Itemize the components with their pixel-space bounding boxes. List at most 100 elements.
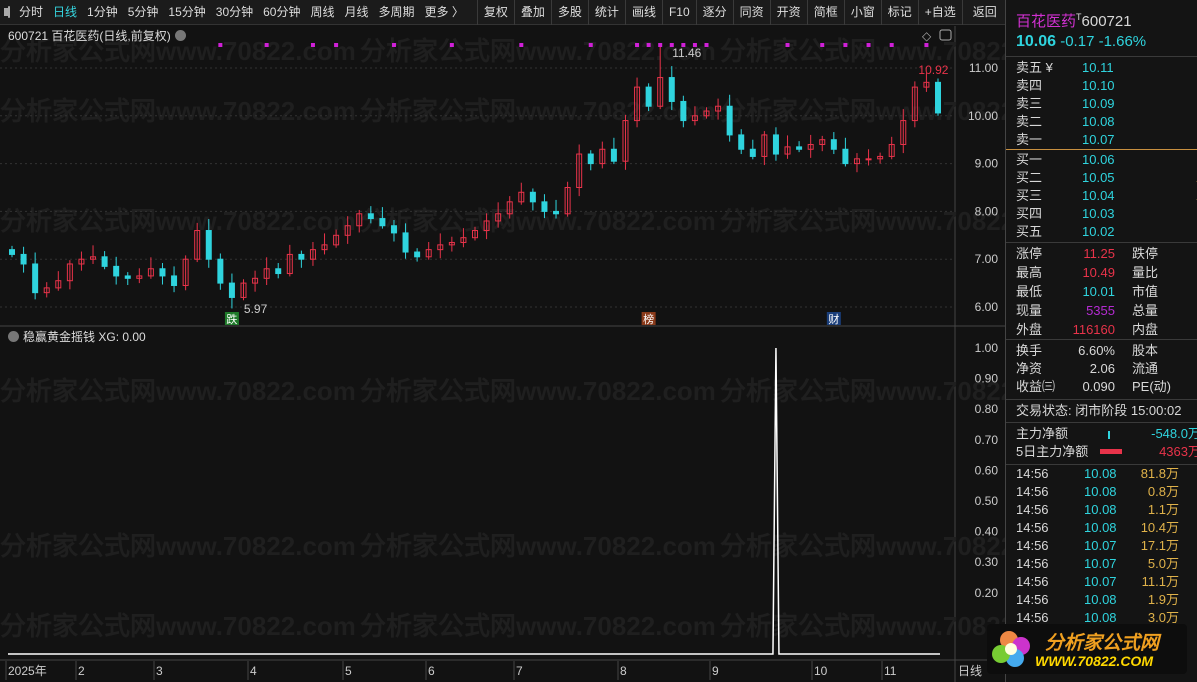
bid-label: 买三 (1016, 188, 1043, 203)
stat-row: 现量 5355 总量 (1016, 302, 1197, 320)
candle-body (275, 268, 282, 275)
indicator-tick: 0.70 (975, 433, 999, 447)
candle-body (738, 134, 745, 150)
watermark: 分析家公式网www.70822.com (360, 531, 716, 561)
flow-value: 4363万 (1159, 444, 1197, 459)
toolbar-button[interactable]: 小窗 (843, 0, 881, 25)
tick-time: 14:56 (1016, 484, 1049, 499)
period-tab[interactable]: 5分钟 (123, 0, 164, 25)
toolbar-button[interactable]: 多股 (550, 0, 588, 25)
logo-url: WWW.70822.COM (1035, 653, 1153, 669)
candle-body (610, 148, 617, 162)
watermark: 分析家公式网www.70822.com (720, 96, 1005, 126)
toolbar-button[interactable]: 逐分 (695, 0, 733, 25)
indicator-tick: 0.80 (975, 402, 999, 416)
tick-price: 10.08 (1084, 466, 1117, 481)
bid-row: 买三10.041 (1016, 187, 1197, 205)
signal-dot (449, 43, 454, 47)
candle-body (668, 77, 675, 102)
flow-label: 5日主力净额 (1016, 444, 1089, 459)
stat-label: 涨停 (1016, 246, 1043, 261)
stat-value: 10.01 (1082, 284, 1115, 299)
signal-dot (519, 43, 524, 47)
period-tab[interactable]: 30分钟 (211, 0, 258, 25)
toolbar-button[interactable]: 叠加 (513, 0, 551, 25)
period-tab[interactable]: 周线 (305, 0, 339, 25)
price-tick: 9.00 (975, 157, 999, 171)
period-tab[interactable]: 分时 (14, 0, 48, 25)
candle-body (367, 213, 374, 220)
stat-label: 现量 (1016, 303, 1043, 318)
ask-label: 卖三 (1016, 96, 1043, 111)
candle-body (124, 275, 131, 279)
tick-volume: 5.0万 (1147, 556, 1179, 571)
stat-label: 最高 (1016, 265, 1043, 280)
stat-label: 净资 (1016, 361, 1043, 376)
stat-row: 最高 10.49 量比 (1016, 264, 1197, 282)
flow-row: 5日主力净额 4363万 (1016, 443, 1197, 461)
period-tab[interactable]: 月线 (340, 0, 374, 25)
ask-label: 卖一 (1016, 132, 1043, 147)
signal-dot (820, 43, 825, 47)
stat-label: 收益㈢ (1016, 379, 1056, 394)
period-tab[interactable]: 1分钟 (82, 0, 123, 25)
flow-value: -548.0万 (1151, 426, 1197, 441)
month-label: 5 (345, 664, 352, 678)
candle-body (171, 275, 178, 286)
event-tag-text: 榜 (643, 312, 654, 326)
signal-dot (866, 43, 871, 47)
signal-dot (704, 43, 709, 47)
price-tick: 11.00 (969, 61, 998, 75)
stat-value: 5355 (1086, 303, 1115, 318)
period-tab[interactable]: 多周期 (374, 0, 420, 25)
tick-price: 10.07 (1084, 574, 1117, 589)
period-tab[interactable]: 日线 (48, 0, 82, 25)
candle-body (113, 265, 120, 277)
price-change-pct: -1.66% (1098, 33, 1147, 50)
month-label: 2025年 (8, 664, 47, 678)
candle-body (414, 251, 421, 258)
candle-body (32, 263, 39, 294)
toolbar-button[interactable]: 同资 (732, 0, 770, 25)
month-label: 11 (884, 664, 897, 678)
watermark: 分析家公式网www.70822.com (0, 206, 356, 236)
toolbar-button[interactable]: 统计 (587, 0, 625, 25)
toolbar-button[interactable]: +自选 (917, 0, 962, 25)
panel-toggle-icon[interactable] (4, 6, 10, 18)
chart-title: 600721 百花医药(日线,前复权) (8, 27, 186, 44)
chart-title-text: 600721 百花医药(日线,前复权) (8, 29, 171, 43)
trade-status: 交易状态: 闭市阶段 15:00:02 (1016, 402, 1197, 420)
bid-label: 买四 (1016, 206, 1043, 221)
toolbar-button[interactable]: 标记 (880, 0, 918, 25)
tick-time: 14:56 (1016, 502, 1049, 517)
watermark: 分析家公式网www.70822.com (720, 531, 1005, 561)
signal-dot (635, 43, 640, 47)
month-label: 6 (428, 664, 435, 678)
watermark: 分析家公式网www.70822.com (720, 36, 1005, 66)
watermark: 分析家公式网www.70822.com (720, 611, 1005, 641)
period-tab[interactable]: 60分钟 (258, 0, 305, 25)
toolbar-button[interactable]: 返回 (961, 0, 1007, 25)
candle-body (726, 105, 733, 136)
kline-chart[interactable]: 分析家公式网www.70822.com 分析家公式网www.70822.com 分析… (0, 26, 1005, 682)
month-label: 4 (250, 664, 257, 678)
flow-row: 主力净额 -548.0万 (1016, 425, 1197, 443)
signal-dot (681, 43, 686, 47)
candle-body (20, 253, 27, 265)
toolbar-button[interactable]: 简框 (806, 0, 844, 25)
signal-dot (669, 43, 674, 47)
diamond-icon[interactable]: ◇ (922, 29, 932, 43)
period-tab[interactable]: 更多 〉 (420, 0, 469, 25)
toolbar-button[interactable]: 画线 (624, 0, 662, 25)
toolbar-buttons: 复权 叠加 多股 统计 画线 F10 逐分 同资 开资 简框 小窗 标记 +自选 返回 (476, 0, 1007, 25)
chevron-down-icon[interactable] (8, 331, 19, 342)
chevron-down-icon[interactable] (174, 30, 186, 41)
toolbar-button[interactable]: 开资 (769, 0, 807, 25)
low-label: 5.97 (244, 302, 268, 316)
stat-value: 0.090 (1082, 379, 1115, 394)
toolbar-button[interactable]: F10 (661, 0, 696, 25)
candle-body (553, 210, 560, 215)
watermark: 分析家公式网www.70822.com (720, 376, 1005, 406)
period-tab[interactable]: 15分钟 (163, 0, 210, 25)
toolbar-button[interactable]: 复权 (476, 0, 514, 25)
